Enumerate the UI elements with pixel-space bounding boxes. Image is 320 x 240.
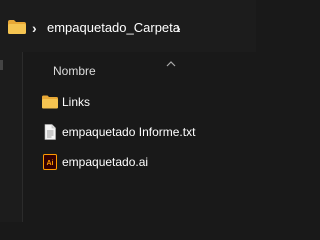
file-name: empaquetado Informe.txt xyxy=(62,125,196,139)
navigation-pane-indicator xyxy=(0,60,3,70)
folder-icon xyxy=(42,94,58,110)
list-item[interactable]: Links xyxy=(38,89,248,115)
column-header-name[interactable]: Nombre xyxy=(53,63,96,79)
text-file-icon xyxy=(42,124,58,140)
pane-divider[interactable] xyxy=(22,52,23,222)
folder-icon xyxy=(8,20,26,39)
breadcrumb-current-folder[interactable]: empaquetado_Carpeta xyxy=(47,18,180,38)
list-item[interactable]: Ai empaquetado.ai xyxy=(38,149,248,175)
list-item[interactable]: empaquetado Informe.txt xyxy=(38,119,248,145)
file-name: empaquetado.ai xyxy=(62,155,149,169)
illustrator-file-icon: Ai xyxy=(42,154,58,170)
sort-ascending-icon xyxy=(166,55,176,67)
navigation-pane xyxy=(0,52,22,222)
breadcrumb-expand-icon[interactable]: › xyxy=(176,18,181,38)
address-bar: › empaquetado_Carpeta › xyxy=(0,0,256,52)
svg-text:Ai: Ai xyxy=(47,160,54,167)
file-name: Links xyxy=(62,95,91,109)
breadcrumb-separator-icon[interactable]: › xyxy=(32,18,37,38)
